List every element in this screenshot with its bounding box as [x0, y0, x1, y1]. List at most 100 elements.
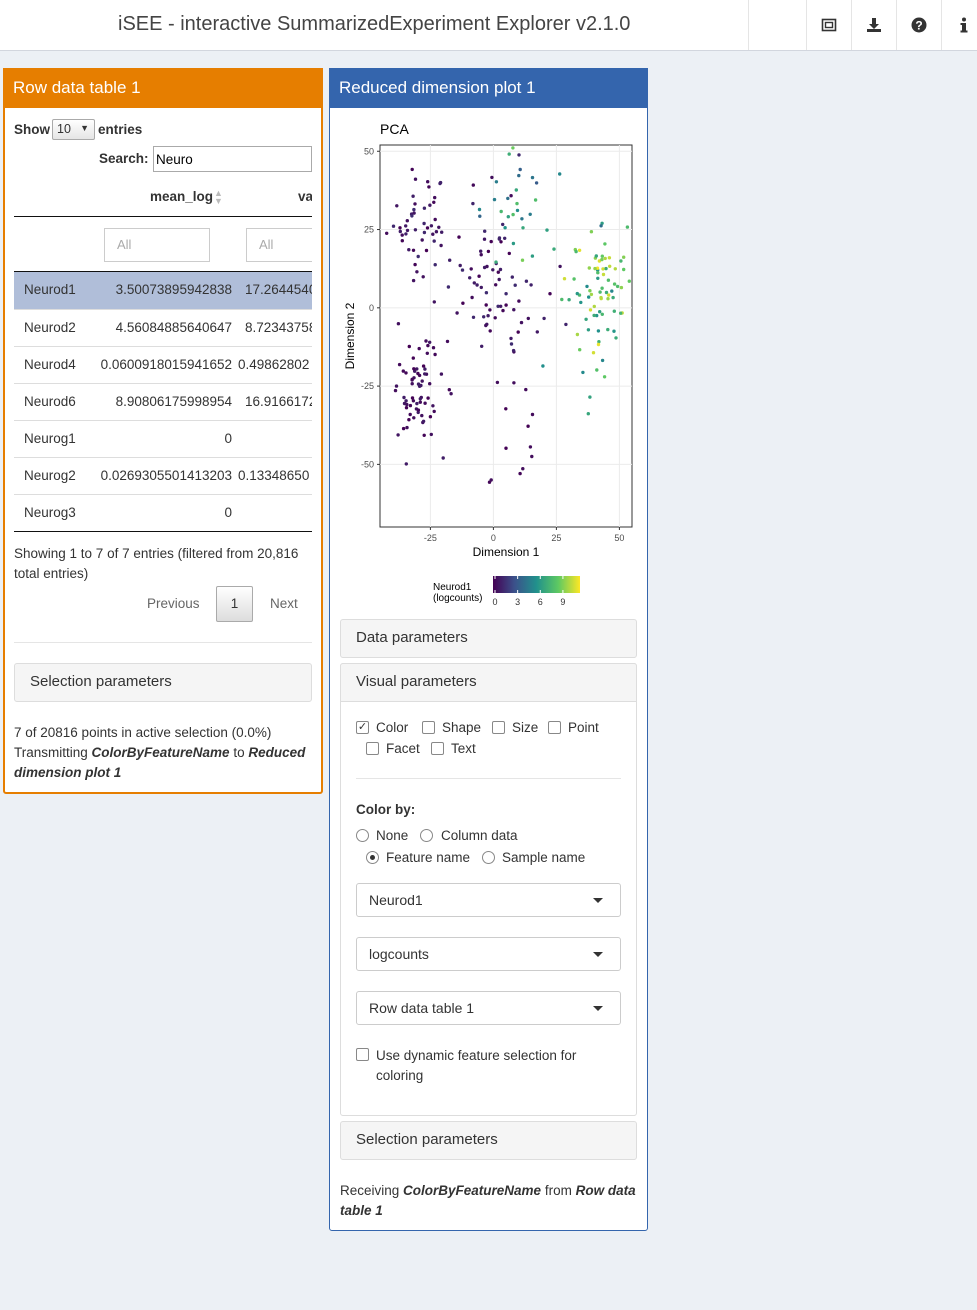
table-row[interactable]: Neurog3 0 [14, 494, 312, 531]
data-point [405, 228, 410, 233]
data-point [607, 256, 612, 260]
radio-column-data[interactable] [420, 829, 433, 842]
search-input[interactable] [153, 146, 312, 172]
pca-scatter-plot[interactable]: PCA 50 25 0 -25 -50 -25 0 25 50 Dimension 1 Dim… [340, 112, 637, 612]
row-table-selection-parameters[interactable]: Selection parameters [14, 663, 312, 702]
screenshot-button[interactable] [806, 0, 851, 50]
data-point [600, 358, 605, 363]
data-point [426, 343, 430, 348]
data-point [426, 180, 430, 184]
data-point [423, 372, 427, 376]
data-point [455, 311, 459, 315]
table-row[interactable]: Neurog1 0 [14, 420, 312, 457]
radio-none[interactable] [356, 829, 369, 842]
cell-var: 8.72343758 [245, 320, 312, 335]
radio-feature-name[interactable] [366, 851, 379, 864]
table-row[interactable]: Neurod2 4.56084885640647 8.72343758 [14, 309, 312, 346]
data-point [420, 379, 424, 383]
cell-name: Neurog2 [24, 468, 76, 483]
previous-button[interactable]: Previous [147, 596, 200, 611]
data-point [594, 254, 598, 258]
facet-checkbox[interactable] [366, 742, 379, 755]
data-point [434, 230, 439, 234]
data-point [418, 400, 422, 404]
help-button[interactable]: ? [896, 0, 941, 50]
size-checkbox[interactable] [492, 721, 505, 734]
data-point [441, 456, 445, 460]
data-point [431, 232, 435, 236]
visual-parameters-panel[interactable]: Visual parameters [340, 663, 637, 702]
table-row[interactable]: Neurog2 0.0269305501413203 0.13348650 [14, 457, 312, 494]
page-1-button[interactable]: 1 [216, 586, 253, 622]
data-point [622, 267, 626, 272]
svg-text:?: ? [915, 19, 922, 33]
plot-selection-parameters-panel[interactable]: Selection parameters [340, 1121, 637, 1160]
data-point [596, 276, 600, 280]
source-select[interactable]: Row data table 1 [356, 991, 621, 1025]
radio-sample-name[interactable] [482, 851, 495, 864]
data-point [601, 267, 605, 271]
y-axis-ticks: 50 25 0 -25 -50 [361, 146, 380, 469]
sort-icon: ▲ ▼ [214, 188, 223, 206]
y-axis-label: Dimension 2 [343, 302, 357, 369]
legend-tick-label: 0 [492, 597, 497, 607]
select-arrow-icon: ▼ [80, 123, 89, 133]
data-point [468, 276, 472, 280]
download-button[interactable] [851, 0, 896, 50]
mean-log-filter[interactable]: All [104, 228, 210, 262]
data-point [410, 214, 414, 218]
top-header: iSEE - interactive SummarizedExperiment … [0, 0, 977, 51]
data-point [412, 416, 416, 420]
text-checkbox[interactable] [431, 742, 444, 755]
header-divider [14, 216, 312, 217]
data-point [416, 408, 421, 412]
dynamic-selection-checkbox[interactable] [356, 1048, 369, 1061]
dynamic-selection-label: Use dynamic feature selection for colori… [376, 1048, 577, 1083]
table-row[interactable]: Neurod1 3.50073895942838 17.2644540 [14, 272, 312, 309]
var-filter[interactable]: All [246, 228, 312, 262]
data-point [421, 364, 426, 368]
data-point [528, 445, 533, 449]
receiving-variable: ColorByFeatureName [403, 1183, 542, 1198]
checkbox-label: Size [512, 720, 539, 735]
transmit-to: to [229, 745, 249, 760]
column-header-mean-log[interactable]: mean_log [150, 189, 213, 204]
table-row[interactable]: Neurod4 0.0600918015941652 0.49862802 [14, 346, 312, 383]
feature-select[interactable]: Neurod1 [356, 883, 621, 917]
data-point [427, 185, 431, 189]
assay-select[interactable]: logcounts [356, 937, 621, 971]
data-point [507, 251, 511, 256]
next-button[interactable]: Next [270, 596, 298, 611]
data-point [499, 304, 503, 308]
data-point [503, 226, 507, 230]
data-point [479, 249, 483, 253]
data-parameters-panel[interactable]: Data parameters [340, 619, 637, 658]
shape-checkbox[interactable] [422, 721, 435, 734]
data-point [497, 277, 501, 282]
info-button[interactable] [941, 0, 977, 50]
data-point [606, 278, 611, 282]
data-point [521, 226, 525, 230]
data-point [619, 259, 623, 263]
color-checkbox[interactable]: ✓ [356, 721, 369, 734]
data-point [413, 177, 418, 181]
data-point [410, 167, 414, 172]
search-label: Search: [99, 151, 149, 166]
data-point [408, 403, 413, 408]
data-point [612, 329, 616, 333]
data-point [606, 327, 610, 332]
data-point [425, 351, 429, 355]
data-point [608, 264, 612, 268]
point-checkbox[interactable] [548, 721, 561, 734]
data-point [599, 224, 603, 228]
table-row[interactable]: Neurod6 8.90806175998954 16.9166172 [14, 383, 312, 420]
page-length-select[interactable]: 10 ▼ [52, 119, 95, 140]
data-point [428, 203, 432, 207]
data-point [404, 224, 408, 228]
data-point [504, 292, 508, 296]
column-header-var[interactable]: va [298, 189, 312, 204]
data-point [579, 300, 583, 305]
data-point [416, 254, 420, 259]
data-point [595, 368, 599, 372]
data-point [489, 478, 493, 482]
